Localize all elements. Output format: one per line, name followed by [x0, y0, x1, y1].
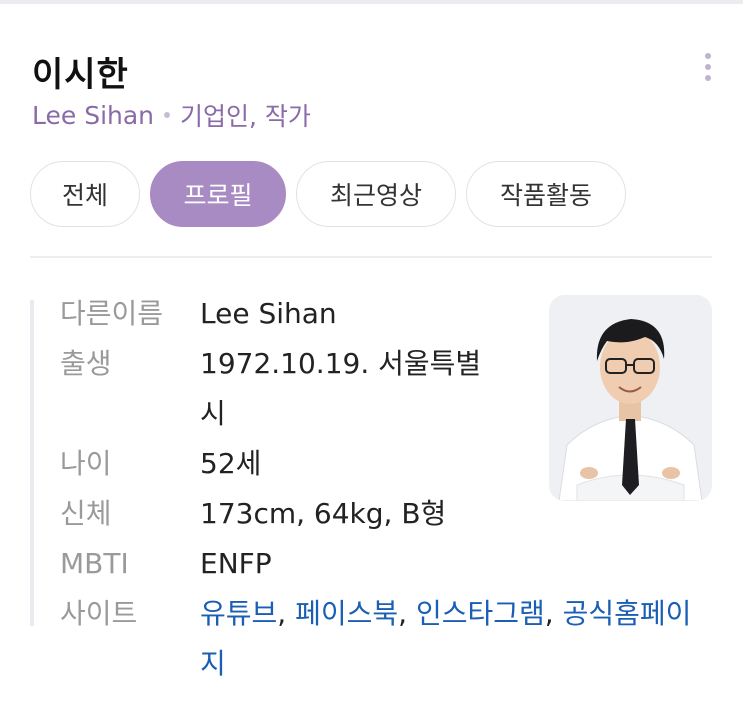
profile-photo[interactable] [549, 295, 712, 501]
site-link-facebook[interactable]: 페이스북 [295, 597, 398, 630]
mbti-value: ENFP [200, 547, 272, 580]
site-separator: , [544, 597, 554, 630]
more-vertical-icon[interactable] [696, 50, 720, 84]
age-label: 나이 [60, 447, 112, 480]
info-row-age: 나이 52세 [60, 439, 540, 489]
info-row-body: 신체 173cm, 64kg, B형 [60, 489, 540, 539]
info-row-other-name: 다른이름 Lee Sihan [60, 289, 540, 339]
site-separator: , [277, 597, 287, 630]
person-name: 이시한 [32, 55, 129, 95]
other-name-label: 다른이름 [60, 297, 164, 330]
birth-value-line2: 시 [200, 397, 226, 430]
subtitle: Lee Sihan 기업인, 작가 [32, 97, 311, 133]
site-links: 유튜브, 페이스북, 인스타그램, 공식홈페이지 [200, 589, 700, 689]
site-link-youtube[interactable]: 유튜브 [200, 597, 277, 630]
body-label: 신체 [60, 497, 112, 530]
site-label: 사이트 [60, 597, 138, 630]
divider [30, 256, 712, 258]
site-link-instagram[interactable]: 인스타그램 [416, 597, 545, 630]
occupation: 기업인, 작가 [180, 102, 311, 131]
age-value: 52세 [200, 447, 262, 480]
mbti-label: MBTI [60, 547, 129, 580]
site-separator: , [398, 597, 408, 630]
birth-label: 출생 [60, 347, 112, 380]
tab-works[interactable]: 작품활동 [466, 161, 626, 227]
birth-value: 1972.10.19. 서울특별 시 [200, 339, 540, 439]
profile-card: 이시한 Lee Sihan 기업인, 작가 전체 프로필 최근영상 작품활동 다… [0, 4, 743, 707]
other-name-value: Lee Sihan [200, 297, 337, 330]
tab-profile[interactable]: 프로필 [150, 161, 286, 227]
tab-all[interactable]: 전체 [30, 161, 140, 227]
tab-recent-videos[interactable]: 최근영상 [296, 161, 456, 227]
info-row-mbti: MBTI ENFP [60, 539, 540, 589]
person-portrait-icon [549, 295, 712, 501]
profile-info: 다른이름 Lee Sihan 출생 1972.10.19. 서울특별 시 나이 … [60, 289, 540, 639]
info-row-birth: 출생 1972.10.19. 서울특별 시 [60, 339, 540, 439]
body-value: 173cm, 64kg, B형 [200, 497, 447, 530]
left-accent-bar [30, 300, 34, 626]
birth-value-line1: 1972.10.19. 서울특별 [200, 347, 482, 380]
separator-dot-icon [164, 112, 171, 118]
tab-bar: 전체 프로필 최근영상 작품활동 [30, 161, 626, 229]
english-name: Lee Sihan [32, 100, 155, 130]
